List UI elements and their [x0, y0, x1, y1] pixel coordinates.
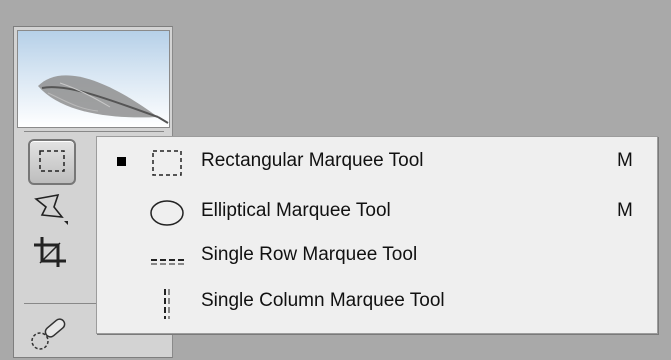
healing-brush-tool-button[interactable] — [28, 313, 72, 355]
healing-brush-icon — [31, 318, 66, 350]
rectangular-marquee-tool-button[interactable] — [28, 139, 76, 185]
menu-item-single-column-marquee[interactable]: Single Column Marquee Tool — [97, 279, 657, 325]
menu-item-label: Single Row Marquee Tool — [201, 244, 418, 265]
menu-item-elliptical-marquee[interactable]: Elliptical Marquee Tool M — [97, 189, 657, 235]
rectangular-marquee-icon — [152, 150, 182, 176]
menu-item-label: Elliptical Marquee Tool — [201, 200, 391, 221]
lasso-tool-button[interactable] — [28, 187, 72, 229]
lasso-icon — [34, 193, 68, 225]
panel-divider — [24, 131, 164, 132]
menu-item-label: Rectangular Marquee Tool — [201, 150, 424, 171]
crop-icon — [34, 237, 66, 267]
elliptical-marquee-icon — [150, 200, 184, 226]
single-column-marquee-icon — [164, 289, 170, 319]
menu-item-single-row-marquee[interactable]: Single Row Marquee Tool — [97, 233, 657, 279]
single-row-marquee-icon — [151, 259, 185, 265]
shortcut-key: M — [617, 200, 633, 221]
feather-thumbnail[interactable] — [17, 30, 170, 128]
shortcut-key: M — [617, 150, 633, 171]
rectangular-marquee-icon — [39, 150, 65, 172]
marquee-tool-flyout-menu: Rectangular Marquee Tool M Elliptical Ma… — [96, 136, 658, 334]
crop-tool-button[interactable] — [28, 231, 72, 273]
menu-item-rectangular-marquee[interactable]: Rectangular Marquee Tool M — [97, 139, 657, 185]
selected-bullet-icon — [117, 157, 126, 166]
menu-item-label: Single Column Marquee Tool — [201, 290, 445, 311]
